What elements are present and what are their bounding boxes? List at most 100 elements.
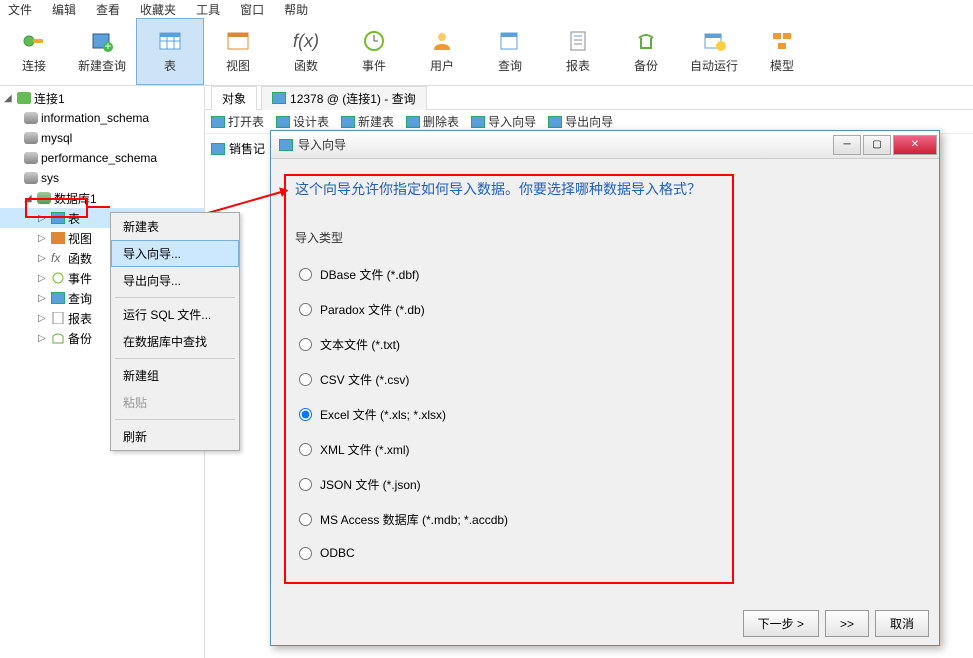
tool-user[interactable]: 用户	[408, 18, 476, 85]
ctx-import-wizard[interactable]: 导入向导...	[111, 240, 239, 267]
database-icon	[24, 172, 38, 184]
report-icon	[51, 312, 65, 324]
model-icon	[768, 29, 796, 53]
menu-file[interactable]: 文件	[8, 1, 32, 18]
menu-help[interactable]: 帮助	[284, 1, 308, 18]
database-icon	[24, 152, 38, 164]
ctx-paste[interactable]: 粘贴	[111, 389, 239, 416]
design-icon	[276, 116, 290, 128]
auto-icon	[700, 29, 728, 53]
ctx-new-group[interactable]: 新建组	[111, 362, 239, 389]
query-icon	[51, 292, 65, 304]
tool-backup[interactable]: 备份	[612, 18, 680, 85]
tool-table[interactable]: 表	[136, 18, 204, 85]
menu-tools[interactable]: 工具	[196, 1, 220, 18]
new-table-icon	[341, 116, 355, 128]
divider	[115, 358, 235, 359]
expand-icon[interactable]: ▷	[38, 233, 48, 244]
backup-icon	[632, 29, 660, 53]
minimize-button[interactable]: ─	[833, 135, 861, 155]
subtool-delete-table[interactable]: 删除表	[406, 113, 459, 130]
skip-button[interactable]: >>	[825, 610, 869, 637]
expand-icon[interactable]: ▷	[38, 273, 48, 284]
wizard-icon	[279, 139, 293, 151]
svg-text:+: +	[104, 39, 111, 52]
subtool-design-table[interactable]: 设计表	[276, 113, 329, 130]
ctx-new-table[interactable]: 新建表	[111, 213, 239, 240]
close-button[interactable]: ✕	[893, 135, 937, 155]
fx-icon: f(x)	[292, 29, 320, 53]
table-item[interactable]: 销售记	[229, 140, 265, 157]
context-menu: 新建表 导入向导... 导出向导... 运行 SQL 文件... 在数据库中查找…	[110, 212, 240, 451]
view-icon	[51, 232, 65, 244]
content-tabs: 对象 12378 @ (连接1) - 查询	[205, 86, 973, 110]
plus-grid-icon: +	[88, 29, 116, 53]
expand-icon[interactable]: ▷	[38, 253, 48, 264]
tab-objects[interactable]: 对象	[211, 86, 257, 110]
delete-table-icon	[406, 116, 420, 128]
expand-icon[interactable]: ▷	[38, 293, 48, 304]
dialog-footer: 下一步 > >> 取消	[743, 610, 929, 637]
report-icon	[564, 29, 592, 53]
connection-icon	[17, 92, 31, 104]
ctx-refresh[interactable]: 刷新	[111, 423, 239, 450]
grid-icon	[156, 29, 184, 53]
annotation-arrow	[88, 206, 110, 208]
backup-icon	[51, 332, 65, 344]
subtool-new-table[interactable]: 新建表	[341, 113, 394, 130]
tree-schema[interactable]: performance_schema	[0, 148, 204, 168]
collapse-icon[interactable]: ◢	[4, 93, 14, 104]
query-icon	[272, 92, 286, 104]
user-icon	[428, 29, 456, 53]
fx-icon: fx	[51, 251, 65, 265]
menu-view[interactable]: 查看	[96, 1, 120, 18]
subtool-export-wizard[interactable]: 导出向导	[548, 113, 613, 130]
expand-icon[interactable]: ▷	[38, 333, 48, 344]
subtool-open-table[interactable]: 打开表	[211, 113, 264, 130]
clock-icon	[360, 29, 388, 53]
maximize-button[interactable]: ▢	[863, 135, 891, 155]
tab-query[interactable]: 12378 @ (连接1) - 查询	[261, 86, 427, 110]
table-icon	[211, 143, 225, 155]
annotation-highlight	[284, 174, 734, 584]
menu-window[interactable]: 窗口	[240, 1, 264, 18]
import-icon	[471, 116, 485, 128]
tool-connection[interactable]: 连接	[0, 18, 68, 85]
dialog-title-bar: 导入向导 ─ ▢ ✕	[271, 131, 939, 159]
tree-schema[interactable]: mysql	[0, 128, 204, 148]
ctx-export-wizard[interactable]: 导出向导...	[111, 267, 239, 294]
table-icon	[211, 116, 225, 128]
view-icon	[224, 29, 252, 53]
main-toolbar: 连接 + 新建查询 表 视图 f(x) 函数 事件 用户 查询 报表 备份 自动…	[0, 18, 973, 86]
database-icon	[24, 132, 38, 144]
tool-model[interactable]: 模型	[748, 18, 816, 85]
menu-favorites[interactable]: 收藏夹	[140, 1, 176, 18]
menu-edit[interactable]: 编辑	[52, 1, 76, 18]
tool-query[interactable]: 查询	[476, 18, 544, 85]
tree-schema[interactable]: information_schema	[0, 108, 204, 128]
subtool-import-wizard[interactable]: 导入向导	[471, 113, 536, 130]
clock-icon	[51, 272, 65, 284]
plug-icon	[20, 29, 48, 53]
tool-view[interactable]: 视图	[204, 18, 272, 85]
ctx-run-sql[interactable]: 运行 SQL 文件...	[111, 301, 239, 328]
ctx-find-in-db[interactable]: 在数据库中查找	[111, 328, 239, 355]
menu-bar: 文件 编辑 查看 收藏夹 工具 窗口 帮助	[0, 0, 973, 18]
divider	[115, 419, 235, 420]
expand-icon[interactable]: ▷	[38, 313, 48, 324]
divider	[115, 297, 235, 298]
tool-report[interactable]: 报表	[544, 18, 612, 85]
query-icon	[496, 29, 524, 53]
database-icon	[24, 112, 38, 124]
tool-autorun[interactable]: 自动运行	[680, 18, 748, 85]
annotation-highlight	[25, 198, 88, 218]
cancel-button[interactable]: 取消	[875, 610, 929, 637]
next-button[interactable]: 下一步 >	[743, 610, 819, 637]
tree-schema[interactable]: sys	[0, 168, 204, 188]
tool-function[interactable]: f(x) 函数	[272, 18, 340, 85]
dialog-title-text: 导入向导	[298, 136, 346, 153]
export-icon	[548, 116, 562, 128]
tool-event[interactable]: 事件	[340, 18, 408, 85]
tree-connection[interactable]: ◢连接1	[0, 88, 204, 108]
tool-new-query[interactable]: + 新建查询	[68, 18, 136, 85]
